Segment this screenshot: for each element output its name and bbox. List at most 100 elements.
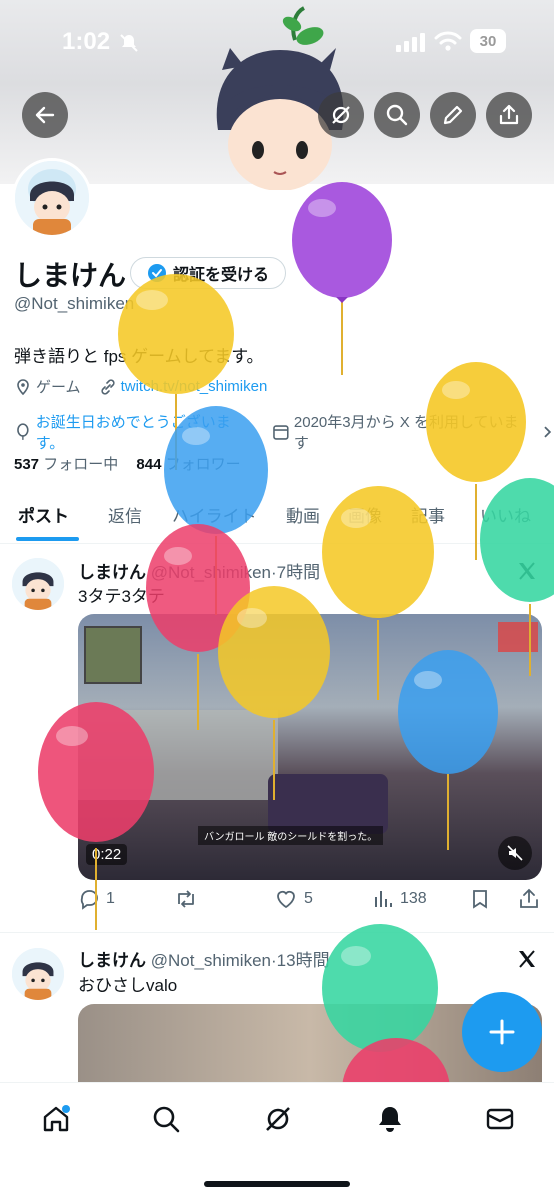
followers-count: 844: [136, 456, 162, 473]
video-duration: 0:22: [86, 844, 128, 865]
share-icon: [520, 888, 538, 908]
avatar-illustration: [15, 161, 89, 235]
tab-videos[interactable]: 動画: [286, 502, 320, 527]
profile-meta-row-1: ゲーム twitch.tv/not_shimiken: [14, 376, 267, 397]
heart-icon: [277, 890, 295, 909]
back-button[interactable]: [22, 92, 68, 138]
post-avatar[interactable]: [12, 558, 64, 610]
edit-button[interactable]: [430, 92, 476, 138]
back-icon: [35, 106, 55, 124]
game-hud-panel: [498, 622, 538, 652]
reply-button[interactable]: 1: [78, 888, 115, 910]
nav-grok[interactable]: [258, 1099, 298, 1139]
post-actions: 1 5 138: [78, 888, 544, 918]
plus-icon: [489, 1019, 515, 1045]
share-icon: [499, 104, 519, 125]
bookmark-button[interactable]: [470, 888, 490, 910]
mute-button[interactable]: [498, 836, 532, 870]
get-verified-label: 認証を受ける: [173, 267, 270, 284]
tab-likes[interactable]: いいね: [480, 502, 531, 527]
game-hud-message: バンガロール 敵のシールドを割った。: [198, 826, 384, 845]
profile-avatar[interactable]: [12, 158, 92, 238]
like-count: 5: [304, 890, 313, 907]
bottom-navigation: [0, 1082, 554, 1200]
link-icon: [100, 378, 115, 395]
search-icon: [386, 104, 408, 126]
wifi-icon: [434, 31, 462, 51]
views-chart-icon: [375, 891, 392, 907]
game-building: [78, 710, 278, 800]
post-time[interactable]: 7時間: [277, 563, 320, 582]
joined-date: 2020年3月から X を利用しています: [293, 414, 519, 452]
balloon-purple: [292, 182, 392, 375]
tab-posts[interactable]: ポスト: [18, 502, 69, 527]
post-video[interactable]: バンガロール 敵のシールドを割った。 0:22: [78, 614, 542, 880]
post-author-name[interactable]: しまけん: [78, 951, 146, 970]
home-indicator: [204, 1181, 350, 1187]
tab-replies[interactable]: 返信: [108, 502, 142, 527]
grok-button[interactable]: [318, 92, 364, 138]
tab-highlights[interactable]: ハイライト: [172, 502, 257, 527]
profile-handle: @Not_shimiken: [14, 294, 135, 313]
post-header: しまけん @Not_shimiken·13時間: [78, 946, 330, 971]
search-button[interactable]: [374, 92, 420, 138]
post-divider: [0, 932, 554, 933]
profile-meta-row-2: お誕生日おめでとうございます。 2020年3月から X を利用しています: [14, 411, 554, 453]
repost-button[interactable]: [174, 888, 198, 910]
post-header: しまけん @Not_shimiken·7時間: [78, 558, 320, 583]
get-verified-button[interactable]: 認証を受ける: [130, 257, 287, 289]
nav-home[interactable]: [36, 1099, 76, 1139]
following-count: 537: [14, 456, 40, 473]
nav-explore[interactable]: [146, 1099, 186, 1139]
calendar-icon: [273, 425, 289, 440]
post-time[interactable]: 13時間: [277, 951, 330, 970]
profile-name: しまけん: [14, 260, 127, 291]
post-text: 3タテ3タテ: [78, 587, 165, 606]
x-logo-icon: [519, 950, 535, 968]
tab-images[interactable]: 画像: [348, 502, 382, 527]
follow-stats: 537 フォロー中 844 フォロワー: [14, 453, 241, 474]
grok-icon: [332, 106, 350, 124]
grok-icon: [266, 1107, 290, 1131]
share-button[interactable]: [486, 92, 532, 138]
avatar-illustration: [12, 948, 64, 1000]
profile-tabs: ポスト 返信 ハイライト 動画 画像 記事 いいね: [0, 492, 554, 544]
post-text: おひさしvalo: [78, 976, 178, 995]
verified-badge-icon: [148, 264, 166, 282]
silent-bell-icon: [120, 34, 138, 52]
post-author-handle[interactable]: @Not_shimiken: [151, 951, 271, 970]
nav-notifications[interactable]: [370, 1099, 410, 1139]
notifications-bell-icon: [379, 1107, 401, 1132]
tab-articles[interactable]: 記事: [411, 502, 445, 527]
compose-post-button[interactable]: [462, 992, 542, 1072]
following-link[interactable]: 537 フォロー中: [14, 456, 118, 473]
game-minimap: [84, 626, 142, 684]
location-icon: [17, 378, 29, 395]
bookmark-icon: [473, 890, 487, 909]
messages-envelope-icon: [486, 1108, 514, 1130]
post-share-button[interactable]: [518, 888, 540, 910]
avatar-illustration: [12, 558, 64, 610]
post-author-handle[interactable]: @Not_shimiken: [151, 563, 271, 582]
profile-banner: [0, 6, 554, 190]
profile-bio: 弾き語りと fps ゲームしてます。: [14, 347, 264, 366]
profile-category: ゲーム: [36, 379, 81, 396]
birthday-message: お誕生日おめでとうございます。: [35, 414, 231, 452]
nav-messages[interactable]: [480, 1099, 520, 1139]
explore-search-icon: [153, 1106, 180, 1133]
profile-website-link[interactable]: twitch.tv/not_shimiken: [121, 378, 268, 395]
game-vehicle: [268, 774, 388, 834]
like-button[interactable]: 5: [274, 888, 313, 910]
battery-indicator: 30: [470, 29, 506, 53]
post-author-name[interactable]: しまけん: [78, 563, 146, 582]
home-icon: [43, 1105, 70, 1132]
followers-link[interactable]: 844 フォロワー: [136, 456, 240, 473]
edit-icon: [443, 105, 463, 125]
post-avatar[interactable]: [12, 948, 64, 1000]
signal-icon: [396, 33, 425, 52]
views-button[interactable]: 138: [372, 888, 427, 910]
chevron-right-icon[interactable]: [542, 425, 554, 439]
repost-icon: [178, 890, 194, 908]
followers-label: フォロワー: [165, 456, 241, 473]
balloon-icon: [17, 423, 29, 440]
